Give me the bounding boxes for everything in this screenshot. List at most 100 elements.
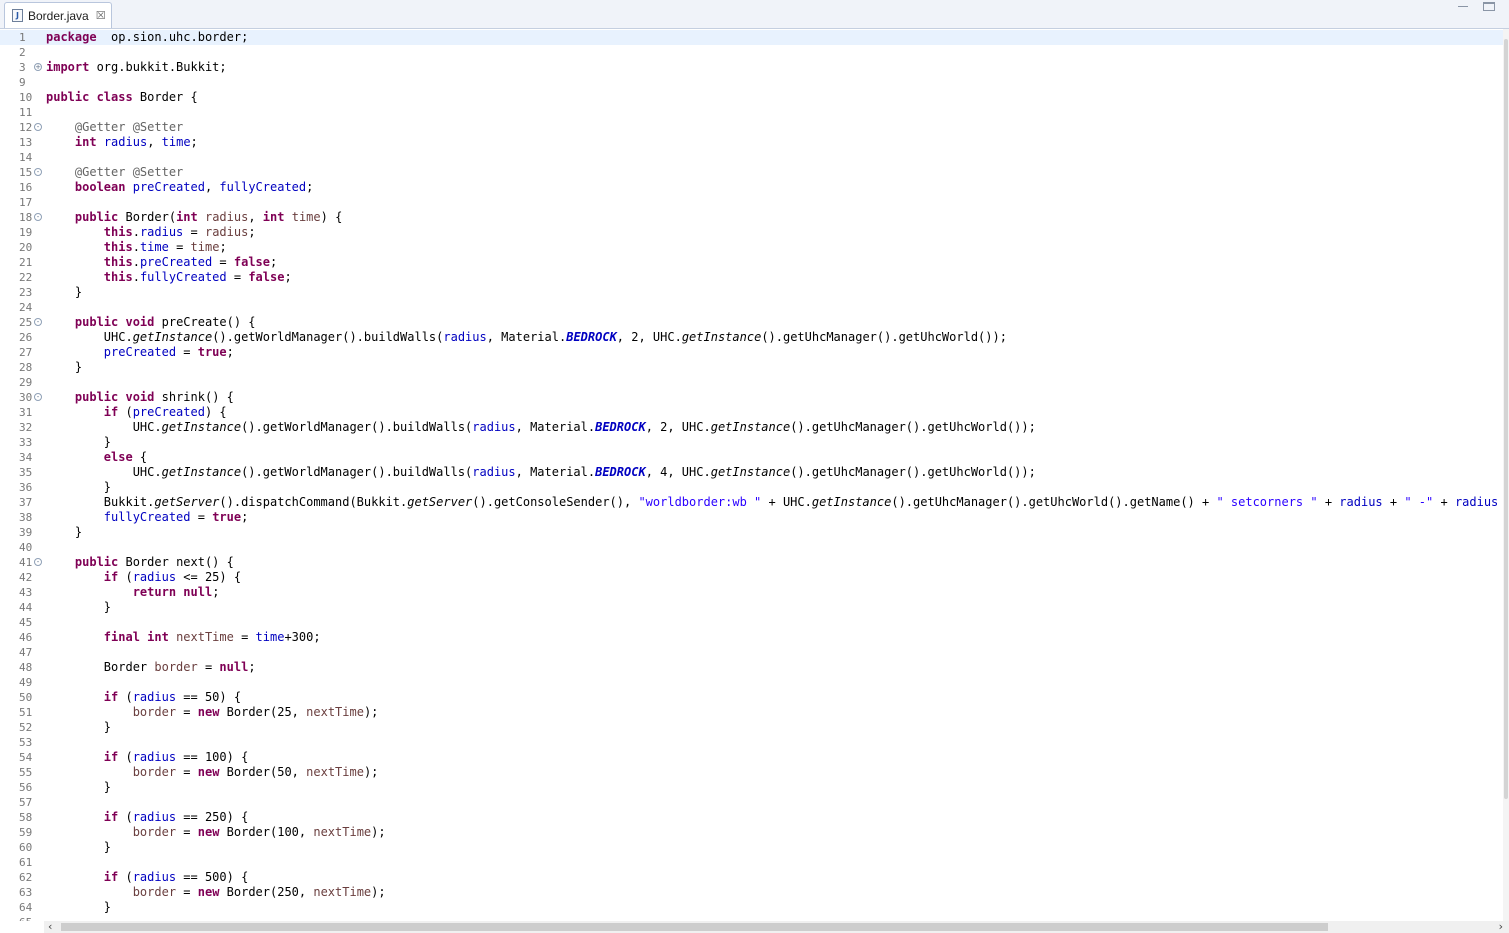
close-icon[interactable]: ☒: [96, 9, 106, 22]
vertical-scrollbar[interactable]: [1503, 29, 1509, 921]
code-line[interactable]: 48 Border border = null;: [0, 660, 1503, 675]
code-line[interactable]: 62 if (radius == 500) {: [0, 870, 1503, 885]
code-line[interactable]: 35 UHC.getInstance().getWorldManager().b…: [0, 465, 1503, 480]
code-line[interactable]: 22 this.fullyCreated = false;: [0, 270, 1503, 285]
code-token: radius: [472, 465, 516, 479]
code-line[interactable]: 32 UHC.getInstance().getWorldManager().b…: [0, 420, 1503, 435]
line-number: 57: [19, 796, 33, 809]
code-line[interactable]: 63 border = new Border(250, nextTime);: [0, 885, 1503, 900]
code-line[interactable]: 55 border = new Border(50, nextTime);: [0, 765, 1503, 780]
code-line[interactable]: 31 if (preCreated) {: [0, 405, 1503, 420]
code-line[interactable]: 3 + import org.bukkit.Bukkit;: [0, 60, 1503, 75]
code-token: if: [103, 690, 119, 704]
code-area[interactable]: 1 package op.sion.uhc.border; 2 3 + import or…: [0, 30, 1509, 921]
code-line[interactable]: 34 else {: [0, 450, 1503, 465]
collapse-fold-icon[interactable]: -: [34, 213, 42, 221]
code-line[interactable]: 44 }: [0, 600, 1503, 615]
code-line[interactable]: 41- public Border next() {: [0, 555, 1503, 570]
code-line[interactable]: 56 }: [0, 780, 1503, 795]
code-token: true: [212, 510, 242, 524]
code-line[interactable]: 25- public void preCreate() {: [0, 315, 1503, 330]
vertical-scroll-thumb[interactable]: [1504, 39, 1508, 799]
code-line[interactable]: 21 this.preCreated = false;: [0, 255, 1503, 270]
code-token: new: [197, 765, 220, 779]
code-line[interactable]: 60 }: [0, 840, 1503, 855]
collapse-fold-icon[interactable]: -: [34, 123, 42, 131]
code-token: UHC.: [46, 330, 133, 344]
minimize-icon[interactable]: [1457, 2, 1469, 11]
code-line[interactable]: 13 int radius, time;: [0, 135, 1503, 150]
code-line[interactable]: 36 }: [0, 480, 1503, 495]
line-number: 39: [19, 526, 33, 539]
code-line[interactable]: 61: [0, 855, 1503, 870]
code-line[interactable]: 9: [0, 75, 1503, 90]
code-line[interactable]: 29: [0, 375, 1503, 390]
code-text: UHC.getInstance().getWorldManager().buil…: [46, 465, 1036, 480]
code-line[interactable]: 12- @Getter @Setter: [0, 120, 1503, 135]
code-token: new: [197, 885, 220, 899]
tab-border-java[interactable]: J Border.java ☒: [4, 2, 112, 28]
code-line[interactable]: 28 }: [0, 360, 1503, 375]
code-line[interactable]: 19 this.radius = radius;: [0, 225, 1503, 240]
code-token: + UHC.: [761, 495, 812, 509]
code-line[interactable]: 59 border = new Border(100, nextTime);: [0, 825, 1503, 840]
code-line[interactable]: 18- public Border(int radius, int time) …: [0, 210, 1503, 225]
code-line[interactable]: 15- @Getter @Setter: [0, 165, 1503, 180]
code-line[interactable]: 26 UHC.getInstance().getWorldManager().b…: [0, 330, 1503, 345]
code-line[interactable]: 37 Bukkit.getServer().dispatchCommand(Bu…: [0, 495, 1509, 510]
collapse-fold-icon[interactable]: -: [34, 558, 42, 566]
code-line[interactable]: 45: [0, 615, 1503, 630]
code-line[interactable]: 51 border = new Border(25, nextTime);: [0, 705, 1503, 720]
code-line[interactable]: 10 public class Border {: [0, 90, 1503, 105]
horizontal-scroll-thumb[interactable]: [61, 923, 1328, 931]
code-line[interactable]: 43 return null;: [0, 585, 1503, 600]
code-line[interactable]: 64 }: [0, 900, 1503, 915]
code-line[interactable]: 27 preCreated = true;: [0, 345, 1503, 360]
code-line[interactable]: 1 package op.sion.uhc.border;: [0, 30, 1503, 45]
code-line[interactable]: 23 }: [0, 285, 1503, 300]
code-line[interactable]: 24: [0, 300, 1503, 315]
code-line[interactable]: 42 if (radius <= 25) {: [0, 570, 1503, 585]
code-line[interactable]: 47: [0, 645, 1503, 660]
scroll-right-icon[interactable]: ›: [1499, 920, 1503, 933]
code-line[interactable]: 50 if (radius == 50) {: [0, 690, 1503, 705]
code-line[interactable]: 38 fullyCreated = true;: [0, 510, 1503, 525]
code-token: radius: [443, 330, 487, 344]
code-line[interactable]: 16 boolean preCreated, fullyCreated;: [0, 180, 1503, 195]
collapse-fold-icon[interactable]: -: [34, 318, 42, 326]
code-line[interactable]: 54 if (radius == 100) {: [0, 750, 1503, 765]
code-token: import: [46, 60, 90, 74]
line-number: 27: [19, 346, 33, 359]
code-line[interactable]: 58 if (radius == 250) {: [0, 810, 1503, 825]
code-line[interactable]: 40: [0, 540, 1503, 555]
code-line[interactable]: 30- public void shrink() {: [0, 390, 1503, 405]
maximize-icon[interactable]: [1483, 2, 1495, 11]
code-line[interactable]: 52 }: [0, 720, 1503, 735]
code-line[interactable]: 46 final int nextTime = time+300;: [0, 630, 1503, 645]
code-line[interactable]: 33 }: [0, 435, 1503, 450]
collapse-fold-icon[interactable]: -: [34, 393, 42, 401]
line-number: 28: [19, 361, 33, 374]
code-line[interactable]: 39 }: [0, 525, 1503, 540]
code-line[interactable]: 20 this.time = time;: [0, 240, 1503, 255]
code-line[interactable]: 2: [0, 45, 1503, 60]
collapse-fold-icon[interactable]: -: [34, 168, 42, 176]
code-token: , Material.: [515, 465, 596, 479]
code-line[interactable]: 14: [0, 150, 1503, 165]
scroll-left-icon[interactable]: ‹: [48, 920, 52, 933]
code-line[interactable]: 53: [0, 735, 1503, 750]
horizontal-scrollbar[interactable]: ‹ ›: [44, 920, 1509, 933]
code-token: ) {: [320, 210, 343, 224]
expand-fold-icon[interactable]: +: [34, 63, 42, 71]
code-token: Border(25,: [219, 705, 307, 719]
code-line[interactable]: 17: [0, 195, 1503, 210]
code-text: Border border = null;: [46, 660, 256, 675]
code-line[interactable]: 11: [0, 105, 1503, 120]
code-token: =: [176, 825, 198, 839]
code-token: =: [176, 705, 198, 719]
code-token: BEDROCK: [595, 420, 646, 434]
code-line[interactable]: 57: [0, 795, 1503, 810]
line-number: 2: [19, 46, 26, 59]
code-editor[interactable]: 1 package op.sion.uhc.border; 2 3 + import or…: [0, 29, 1509, 921]
code-line[interactable]: 49: [0, 675, 1503, 690]
